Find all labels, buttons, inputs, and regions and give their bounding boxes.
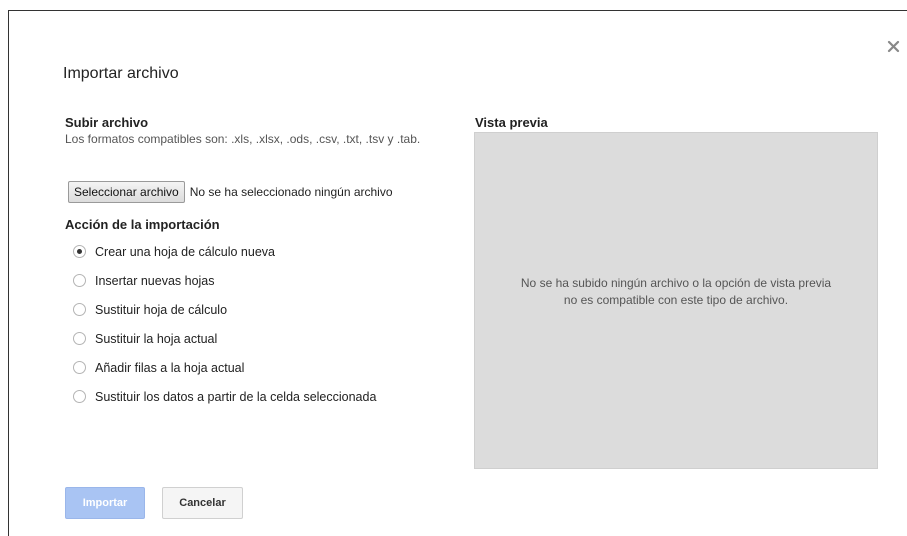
radio-option-label: Añadir filas a la hoja actual	[95, 360, 245, 375]
import-action-heading: Acción de la importación	[65, 217, 220, 232]
preview-message-line: No se ha subido ningún archivo o la opci…	[520, 276, 832, 290]
import-action-options: Crear una hoja de cálculo nueva Insertar…	[73, 237, 376, 411]
radio-option-label: Sustituir los datos a partir de la celda…	[95, 389, 377, 404]
radio-option-append-rows[interactable]: Añadir filas a la hoja actual	[73, 353, 376, 382]
preview-message: No se ha subido ningún archivo o la opci…	[475, 275, 877, 309]
radio-button[interactable]	[73, 245, 86, 258]
supported-formats-text: Los formatos compatibles son: .xls, .xls…	[65, 132, 421, 146]
radio-option-replace-from-cell[interactable]: Sustituir los datos a partir de la celda…	[73, 382, 376, 411]
close-icon[interactable]	[885, 38, 903, 56]
radio-option-label: Crear una hoja de cálculo nueva	[95, 244, 275, 259]
radio-button[interactable]	[73, 332, 86, 345]
import-dialog: Importar archivo Subir archivo Los forma…	[8, 10, 907, 536]
preview-panel: No se ha subido ningún archivo o la opci…	[474, 132, 878, 469]
dialog-title: Importar archivo	[63, 65, 179, 82]
radio-option-label: Sustituir hoja de cálculo	[95, 302, 228, 317]
preview-heading: Vista previa	[475, 115, 548, 130]
radio-button[interactable]	[73, 361, 86, 374]
radio-option-create-spreadsheet[interactable]: Crear una hoja de cálculo nueva	[73, 237, 376, 266]
radio-option-insert-sheets[interactable]: Insertar nuevas hojas	[73, 266, 376, 295]
file-picker: Seleccionar archivo No se ha seleccionad…	[68, 181, 393, 203]
file-status-text: No se ha seleccionado ningún archivo	[189, 185, 393, 199]
radio-selected-dot	[77, 249, 82, 254]
radio-option-label: Insertar nuevas hojas	[95, 273, 215, 288]
radio-button[interactable]	[73, 390, 86, 403]
preview-message-line: no es compatible con este tipo de archiv…	[563, 293, 789, 307]
radio-button[interactable]	[73, 274, 86, 287]
upload-heading: Subir archivo	[65, 115, 149, 130]
radio-button[interactable]	[73, 303, 86, 316]
radio-option-label: Sustituir la hoja actual	[95, 331, 218, 346]
import-button[interactable]: Importar	[65, 487, 145, 519]
radio-option-replace-spreadsheet[interactable]: Sustituir hoja de cálculo	[73, 295, 376, 324]
radio-option-replace-current-sheet[interactable]: Sustituir la hoja actual	[73, 324, 376, 353]
select-file-button[interactable]: Seleccionar archivo	[68, 181, 185, 203]
cancel-button[interactable]: Cancelar	[162, 487, 243, 519]
